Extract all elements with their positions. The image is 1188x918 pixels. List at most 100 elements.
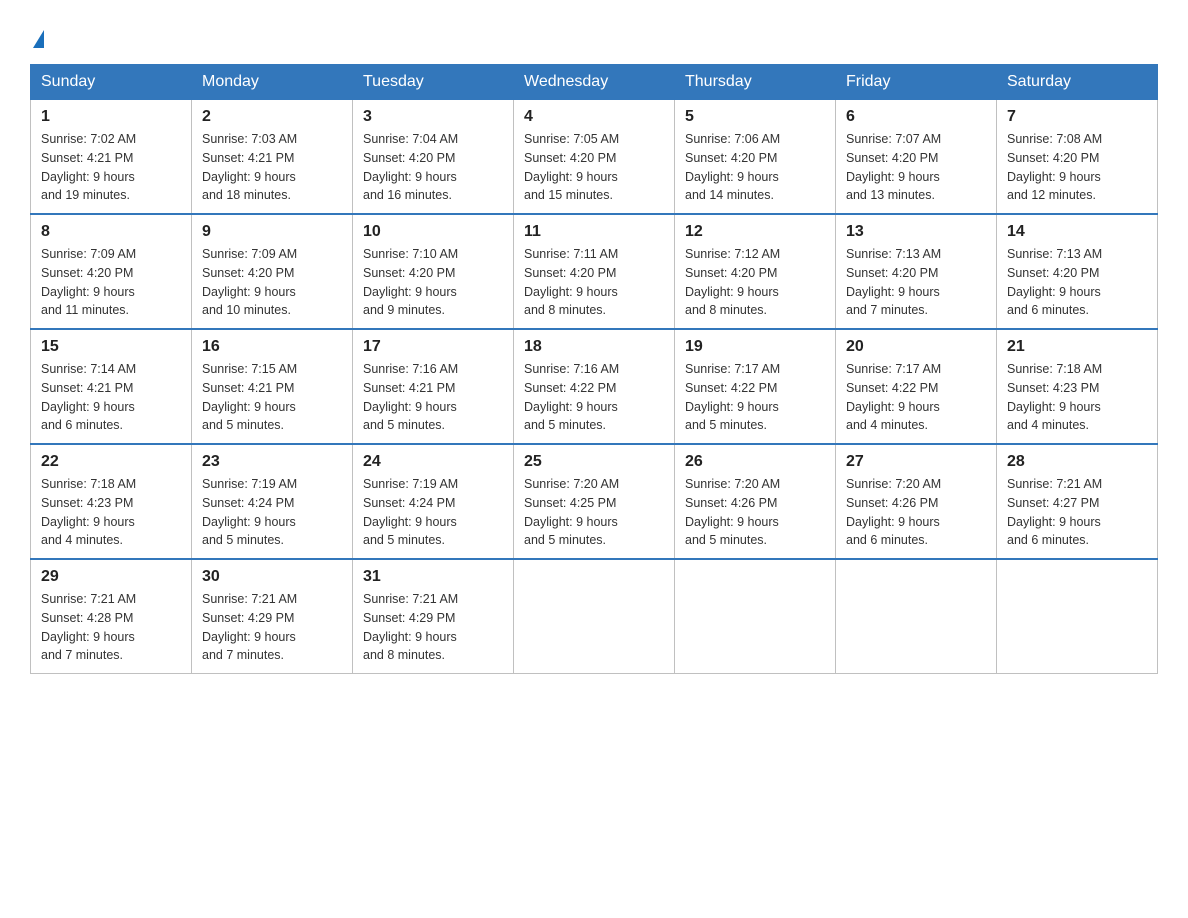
day-info: Sunrise: 7:16 AM Sunset: 4:21 PM Dayligh…: [363, 360, 503, 435]
day-info: Sunrise: 7:08 AM Sunset: 4:20 PM Dayligh…: [1007, 130, 1147, 205]
day-number: 2: [202, 108, 342, 126]
day-number: 28: [1007, 453, 1147, 471]
day-number: 29: [41, 568, 181, 586]
page-header: [30, 20, 1158, 48]
calendar-cell: 17 Sunrise: 7:16 AM Sunset: 4:21 PM Dayl…: [353, 329, 514, 444]
day-info: Sunrise: 7:20 AM Sunset: 4:26 PM Dayligh…: [846, 475, 986, 550]
day-number: 30: [202, 568, 342, 586]
day-info: Sunrise: 7:14 AM Sunset: 4:21 PM Dayligh…: [41, 360, 181, 435]
calendar-cell: 26 Sunrise: 7:20 AM Sunset: 4:26 PM Dayl…: [675, 444, 836, 559]
day-info: Sunrise: 7:12 AM Sunset: 4:20 PM Dayligh…: [685, 245, 825, 320]
day-of-week-header: Monday: [192, 65, 353, 100]
calendar-header-row: SundayMondayTuesdayWednesdayThursdayFrid…: [31, 65, 1158, 100]
day-number: 7: [1007, 108, 1147, 126]
day-number: 20: [846, 338, 986, 356]
calendar-cell: 13 Sunrise: 7:13 AM Sunset: 4:20 PM Dayl…: [836, 214, 997, 329]
calendar-cell: 11 Sunrise: 7:11 AM Sunset: 4:20 PM Dayl…: [514, 214, 675, 329]
day-info: Sunrise: 7:21 AM Sunset: 4:29 PM Dayligh…: [363, 590, 503, 665]
day-number: 15: [41, 338, 181, 356]
day-info: Sunrise: 7:11 AM Sunset: 4:20 PM Dayligh…: [524, 245, 664, 320]
day-number: 19: [685, 338, 825, 356]
calendar-cell: 23 Sunrise: 7:19 AM Sunset: 4:24 PM Dayl…: [192, 444, 353, 559]
day-info: Sunrise: 7:10 AM Sunset: 4:20 PM Dayligh…: [363, 245, 503, 320]
day-of-week-header: Wednesday: [514, 65, 675, 100]
calendar-cell: [997, 559, 1158, 674]
day-number: 1: [41, 108, 181, 126]
day-info: Sunrise: 7:19 AM Sunset: 4:24 PM Dayligh…: [363, 475, 503, 550]
day-info: Sunrise: 7:13 AM Sunset: 4:20 PM Dayligh…: [846, 245, 986, 320]
calendar-cell: 30 Sunrise: 7:21 AM Sunset: 4:29 PM Dayl…: [192, 559, 353, 674]
day-number: 6: [846, 108, 986, 126]
day-number: 27: [846, 453, 986, 471]
calendar-cell: 10 Sunrise: 7:10 AM Sunset: 4:20 PM Dayl…: [353, 214, 514, 329]
day-number: 8: [41, 223, 181, 241]
calendar-cell: 3 Sunrise: 7:04 AM Sunset: 4:20 PM Dayli…: [353, 100, 514, 215]
day-number: 24: [363, 453, 503, 471]
day-info: Sunrise: 7:04 AM Sunset: 4:20 PM Dayligh…: [363, 130, 503, 205]
day-number: 22: [41, 453, 181, 471]
calendar-cell: 25 Sunrise: 7:20 AM Sunset: 4:25 PM Dayl…: [514, 444, 675, 559]
day-of-week-header: Tuesday: [353, 65, 514, 100]
day-info: Sunrise: 7:06 AM Sunset: 4:20 PM Dayligh…: [685, 130, 825, 205]
calendar-cell: 21 Sunrise: 7:18 AM Sunset: 4:23 PM Dayl…: [997, 329, 1158, 444]
calendar-cell: 20 Sunrise: 7:17 AM Sunset: 4:22 PM Dayl…: [836, 329, 997, 444]
day-number: 14: [1007, 223, 1147, 241]
day-number: 25: [524, 453, 664, 471]
calendar-cell: [514, 559, 675, 674]
calendar-table: SundayMondayTuesdayWednesdayThursdayFrid…: [30, 64, 1158, 674]
calendar-cell: 4 Sunrise: 7:05 AM Sunset: 4:20 PM Dayli…: [514, 100, 675, 215]
calendar-week-row: 15 Sunrise: 7:14 AM Sunset: 4:21 PM Dayl…: [31, 329, 1158, 444]
day-number: 11: [524, 223, 664, 241]
day-of-week-header: Thursday: [675, 65, 836, 100]
day-number: 12: [685, 223, 825, 241]
calendar-cell: 2 Sunrise: 7:03 AM Sunset: 4:21 PM Dayli…: [192, 100, 353, 215]
day-number: 21: [1007, 338, 1147, 356]
day-number: 9: [202, 223, 342, 241]
calendar-cell: 14 Sunrise: 7:13 AM Sunset: 4:20 PM Dayl…: [997, 214, 1158, 329]
day-info: Sunrise: 7:16 AM Sunset: 4:22 PM Dayligh…: [524, 360, 664, 435]
day-info: Sunrise: 7:07 AM Sunset: 4:20 PM Dayligh…: [846, 130, 986, 205]
day-info: Sunrise: 7:09 AM Sunset: 4:20 PM Dayligh…: [202, 245, 342, 320]
calendar-week-row: 8 Sunrise: 7:09 AM Sunset: 4:20 PM Dayli…: [31, 214, 1158, 329]
calendar-cell: 16 Sunrise: 7:15 AM Sunset: 4:21 PM Dayl…: [192, 329, 353, 444]
day-info: Sunrise: 7:03 AM Sunset: 4:21 PM Dayligh…: [202, 130, 342, 205]
calendar-week-row: 29 Sunrise: 7:21 AM Sunset: 4:28 PM Dayl…: [31, 559, 1158, 674]
day-info: Sunrise: 7:21 AM Sunset: 4:28 PM Dayligh…: [41, 590, 181, 665]
calendar-cell: 8 Sunrise: 7:09 AM Sunset: 4:20 PM Dayli…: [31, 214, 192, 329]
calendar-cell: 27 Sunrise: 7:20 AM Sunset: 4:26 PM Dayl…: [836, 444, 997, 559]
day-info: Sunrise: 7:19 AM Sunset: 4:24 PM Dayligh…: [202, 475, 342, 550]
day-info: Sunrise: 7:18 AM Sunset: 4:23 PM Dayligh…: [41, 475, 181, 550]
day-number: 23: [202, 453, 342, 471]
calendar-cell: 6 Sunrise: 7:07 AM Sunset: 4:20 PM Dayli…: [836, 100, 997, 215]
logo: [30, 28, 44, 48]
calendar-cell: 19 Sunrise: 7:17 AM Sunset: 4:22 PM Dayl…: [675, 329, 836, 444]
day-number: 5: [685, 108, 825, 126]
calendar-week-row: 1 Sunrise: 7:02 AM Sunset: 4:21 PM Dayli…: [31, 100, 1158, 215]
calendar-cell: 7 Sunrise: 7:08 AM Sunset: 4:20 PM Dayli…: [997, 100, 1158, 215]
calendar-cell: 28 Sunrise: 7:21 AM Sunset: 4:27 PM Dayl…: [997, 444, 1158, 559]
day-number: 31: [363, 568, 503, 586]
day-number: 16: [202, 338, 342, 356]
calendar-cell: 9 Sunrise: 7:09 AM Sunset: 4:20 PM Dayli…: [192, 214, 353, 329]
day-info: Sunrise: 7:17 AM Sunset: 4:22 PM Dayligh…: [685, 360, 825, 435]
calendar-cell: 12 Sunrise: 7:12 AM Sunset: 4:20 PM Dayl…: [675, 214, 836, 329]
calendar-cell: [836, 559, 997, 674]
day-info: Sunrise: 7:18 AM Sunset: 4:23 PM Dayligh…: [1007, 360, 1147, 435]
day-info: Sunrise: 7:21 AM Sunset: 4:27 PM Dayligh…: [1007, 475, 1147, 550]
day-number: 3: [363, 108, 503, 126]
calendar-cell: 29 Sunrise: 7:21 AM Sunset: 4:28 PM Dayl…: [31, 559, 192, 674]
day-info: Sunrise: 7:21 AM Sunset: 4:29 PM Dayligh…: [202, 590, 342, 665]
calendar-cell: [675, 559, 836, 674]
day-info: Sunrise: 7:17 AM Sunset: 4:22 PM Dayligh…: [846, 360, 986, 435]
day-info: Sunrise: 7:20 AM Sunset: 4:25 PM Dayligh…: [524, 475, 664, 550]
day-number: 26: [685, 453, 825, 471]
day-of-week-header: Friday: [836, 65, 997, 100]
day-number: 4: [524, 108, 664, 126]
day-info: Sunrise: 7:05 AM Sunset: 4:20 PM Dayligh…: [524, 130, 664, 205]
day-number: 10: [363, 223, 503, 241]
day-info: Sunrise: 7:15 AM Sunset: 4:21 PM Dayligh…: [202, 360, 342, 435]
calendar-cell: 18 Sunrise: 7:16 AM Sunset: 4:22 PM Dayl…: [514, 329, 675, 444]
day-info: Sunrise: 7:02 AM Sunset: 4:21 PM Dayligh…: [41, 130, 181, 205]
day-info: Sunrise: 7:09 AM Sunset: 4:20 PM Dayligh…: [41, 245, 181, 320]
day-info: Sunrise: 7:20 AM Sunset: 4:26 PM Dayligh…: [685, 475, 825, 550]
